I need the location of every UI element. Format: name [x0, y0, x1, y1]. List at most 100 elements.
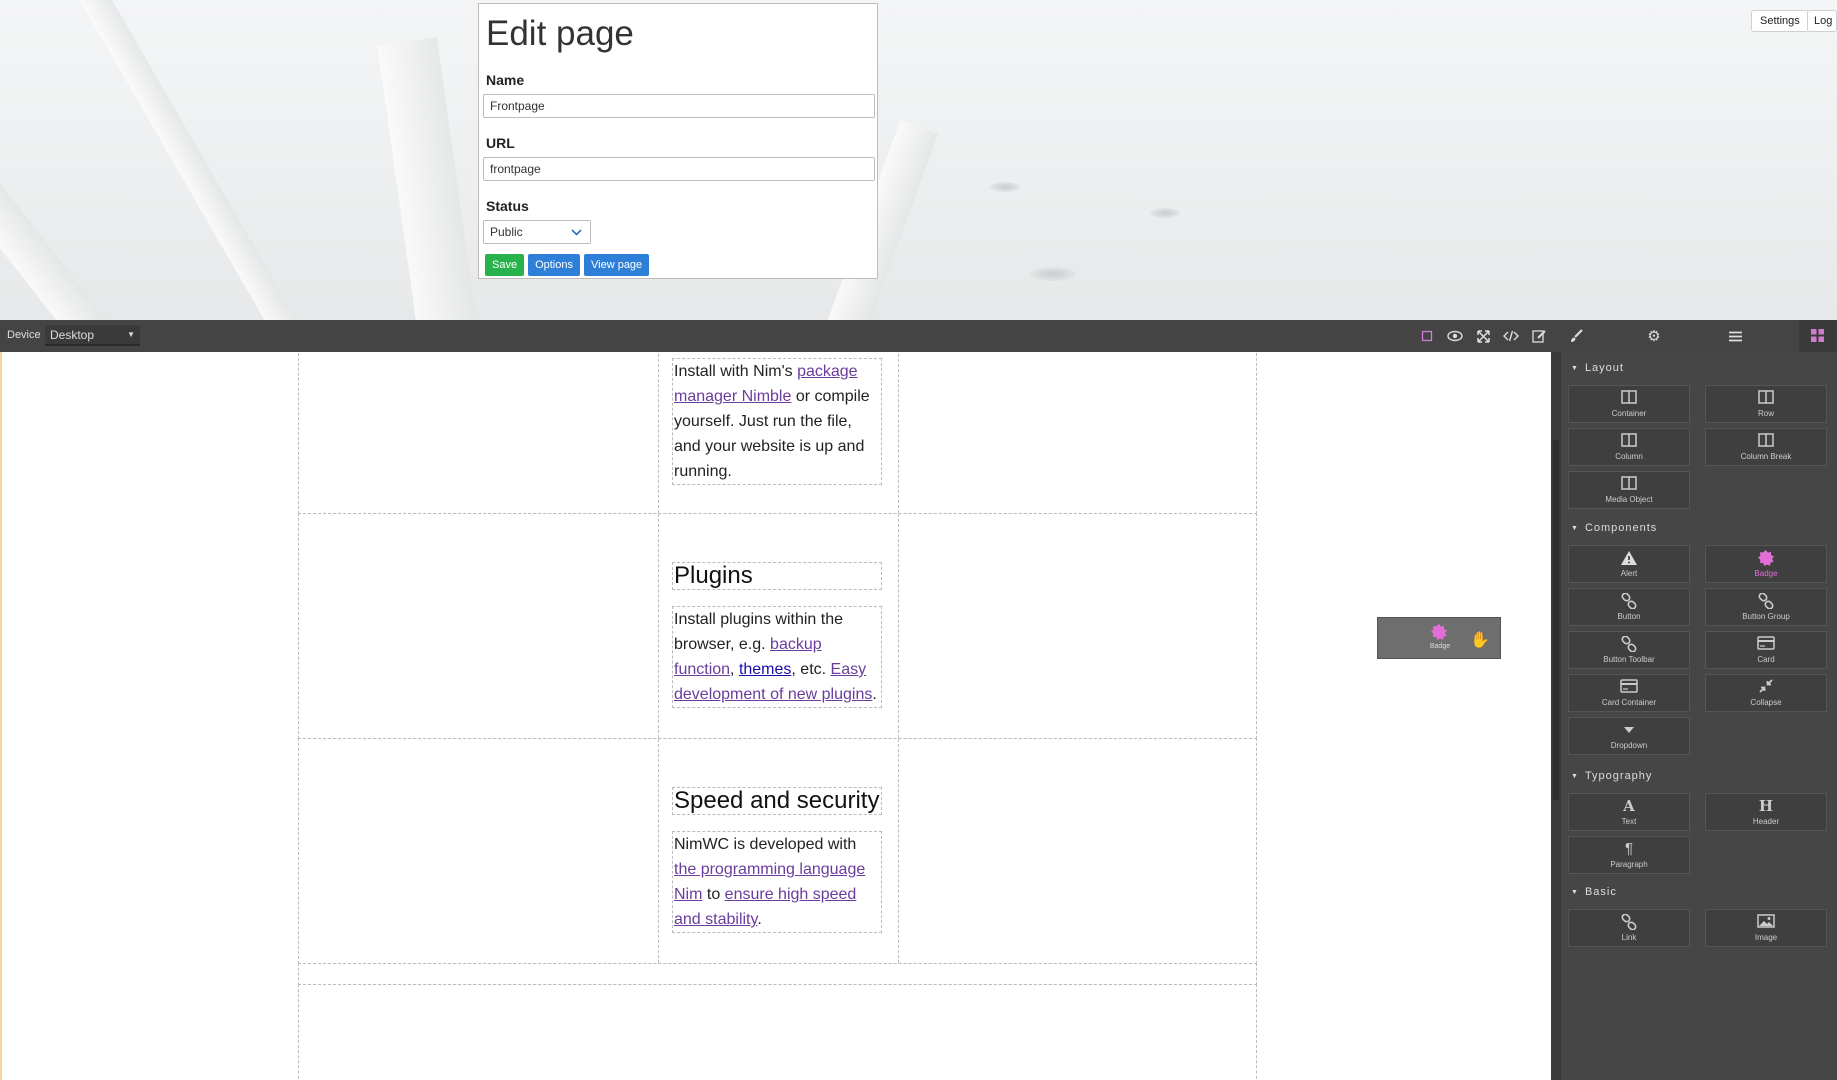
block-link[interactable]: Link [1568, 909, 1690, 947]
block-card-container[interactable]: Card Container [1568, 674, 1690, 712]
status-label: Status [486, 198, 529, 214]
sw-visibility-icon[interactable] [1418, 327, 1436, 345]
background-beam [377, 37, 483, 320]
edit-icon[interactable] [1530, 327, 1548, 345]
page-background [0, 0, 1837, 320]
text-span: to [702, 886, 725, 903]
block-text[interactable]: A Text [1568, 793, 1690, 831]
status-select[interactable]: Public [483, 220, 591, 244]
speed-security-heading[interactable]: Speed and security [672, 787, 882, 815]
alert-icon [1620, 550, 1638, 567]
column-icon [1621, 433, 1637, 450]
category-basic[interactable]: ▼ Basic [1571, 886, 1617, 898]
edit-page-panel: Edit page Name Frontpage URL frontpage S… [478, 3, 878, 279]
caret-down-icon [1623, 722, 1635, 739]
category-label: Layout [1584, 362, 1624, 374]
block-label: Collapse [1750, 698, 1782, 707]
save-button[interactable]: Save [485, 254, 525, 276]
category-label: Components [1584, 522, 1658, 534]
themes-link[interactable]: themes [739, 661, 791, 678]
block-collapse[interactable]: Collapse [1705, 674, 1827, 712]
block-button-toolbar[interactable]: Button Toolbar [1568, 631, 1690, 669]
url-label: URL [486, 135, 515, 151]
preview-icon[interactable] [1446, 327, 1464, 345]
caret-down-icon: ▼ [1571, 524, 1579, 532]
category-layout[interactable]: ▼ Layout [1571, 362, 1624, 374]
dragged-badge-block[interactable]: Badge ✋ [1377, 617, 1501, 659]
background-beam [0, 12, 126, 320]
text-span: , etc. [791, 661, 831, 678]
speed-security-text[interactable]: NimWC is developed with the programming … [672, 831, 882, 933]
name-input[interactable]: Frontpage [483, 94, 875, 118]
logout-button[interactable]: Log [1807, 10, 1837, 32]
install-text[interactable]: Install with Nim's package manager Nimbl… [672, 358, 882, 485]
block-label: Header [1752, 817, 1780, 826]
block-card[interactable]: Card [1705, 631, 1827, 669]
block-label: Row [1757, 409, 1774, 418]
text-span: NimWC is developed with [674, 836, 857, 853]
block-label: Paragraph [1610, 860, 1648, 869]
ceiling-light [1030, 267, 1076, 281]
text-span: Install with Nim's [674, 363, 798, 380]
block-button-group[interactable]: Button Group [1705, 588, 1827, 626]
plugins-text[interactable]: Install plugins within the browser, e.g.… [672, 606, 882, 708]
block-paragraph[interactable]: ¶ Paragraph [1568, 836, 1690, 874]
device-select-value: Desktop [50, 327, 95, 342]
caret-down-icon: ▼ [1571, 888, 1579, 896]
hand-cursor-icon: ✋ [1470, 632, 1490, 649]
editor-toolbar: Device Desktop ▼ ⚙ [0, 320, 1837, 352]
row-section[interactable] [298, 984, 1257, 1080]
status-select-value: Public [490, 225, 523, 239]
row-icon [1758, 390, 1774, 407]
block-column-break[interactable]: Column Break [1705, 428, 1827, 466]
style-manager-icon[interactable] [1567, 327, 1585, 345]
link-icon [1621, 635, 1637, 653]
plugins-heading[interactable]: Plugins [672, 562, 882, 590]
settings-button[interactable]: Settings [1751, 10, 1809, 32]
block-label: Container [1611, 409, 1647, 418]
panel-scrollbar-thumb[interactable] [1553, 440, 1559, 800]
url-input[interactable]: frontpage [483, 157, 875, 181]
block-container[interactable]: Container [1568, 385, 1690, 423]
category-typography[interactable]: ▼ Typography [1571, 770, 1652, 782]
device-select[interactable]: Desktop ▼ [45, 325, 140, 346]
category-label: Typography [1584, 770, 1653, 782]
name-label: Name [486, 72, 525, 88]
text-span: . [872, 686, 877, 703]
block-row[interactable]: Row [1705, 385, 1827, 423]
link-icon [1621, 913, 1637, 931]
block-badge[interactable]: Badge [1705, 545, 1827, 583]
media-object-icon [1621, 476, 1637, 493]
block-button[interactable]: Button [1568, 588, 1690, 626]
link-icon [1621, 592, 1637, 610]
fullscreen-icon[interactable] [1474, 327, 1492, 345]
blocks-tab[interactable] [1799, 320, 1837, 352]
block-header[interactable]: H Header [1705, 793, 1827, 831]
block-label: Link [1621, 933, 1637, 942]
badge-icon [1431, 624, 1447, 645]
caret-down-icon: ▼ [127, 330, 135, 339]
settings-icon[interactable]: ⚙ [1645, 327, 1663, 345]
options-button[interactable]: Options [528, 254, 580, 276]
block-label: Column Break [1740, 452, 1792, 461]
text-span: . [757, 911, 762, 928]
ceiling-light [1150, 208, 1180, 218]
category-label: Basic [1584, 886, 1617, 898]
editor-canvas[interactable]: Install with Nim's package manager Nimbl… [0, 352, 1551, 1080]
block-label: Card [1757, 655, 1775, 664]
block-media-object[interactable]: Media Object [1568, 471, 1690, 509]
view-page-button[interactable]: View page [584, 254, 650, 276]
category-components[interactable]: ▼ Components [1571, 522, 1657, 534]
block-alert[interactable]: Alert [1568, 545, 1690, 583]
block-image[interactable]: Image [1705, 909, 1827, 947]
row-section[interactable] [298, 963, 1257, 985]
code-icon[interactable] [1502, 327, 1520, 345]
block-dropdown[interactable]: Dropdown [1568, 717, 1690, 755]
blocks-panel: ▼ Layout Container Row Column Column Bre… [1551, 352, 1837, 1080]
container-icon [1621, 390, 1637, 407]
blocks-panel-inner: ▼ Layout Container Row Column Column Bre… [1561, 352, 1837, 1080]
layer-manager-icon[interactable] [1726, 327, 1744, 345]
block-column[interactable]: Column [1568, 428, 1690, 466]
paragraph-icon: ¶ [1624, 840, 1634, 857]
blocks-icon [1811, 329, 1824, 347]
